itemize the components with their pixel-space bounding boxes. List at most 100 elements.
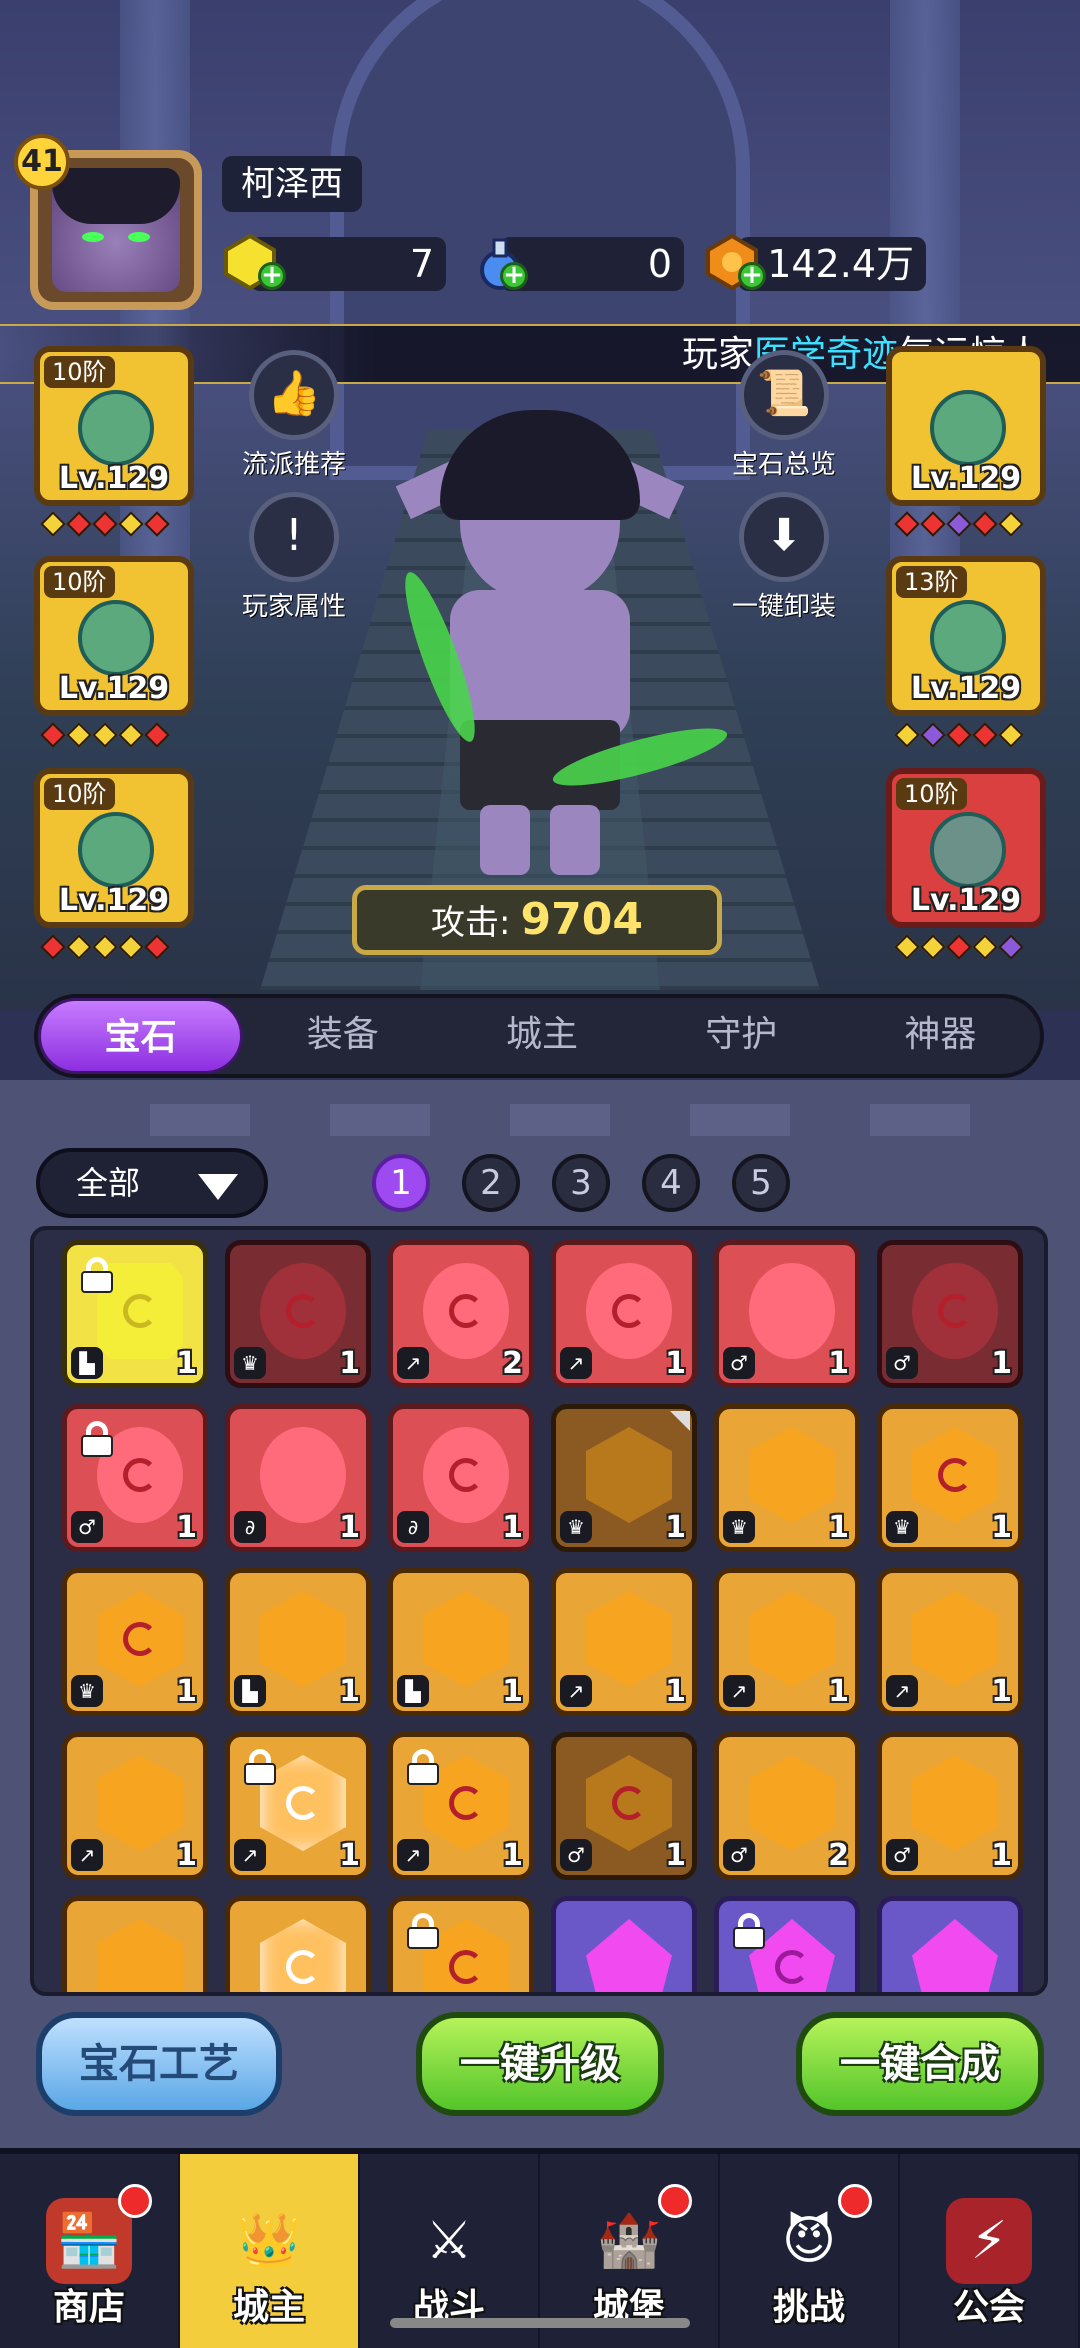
home-indicator[interactable]: [390, 2318, 690, 2328]
add-gold-button[interactable]: +: [738, 262, 766, 290]
gem-cell[interactable]: ♂ 2: [714, 1732, 860, 1880]
gem-cell[interactable]: ↗ 1: [551, 1240, 697, 1388]
equip-slot-boots[interactable]: 10阶 Lv.129: [34, 768, 194, 928]
page-3-button[interactable]: 3: [552, 1154, 610, 1212]
gem-cell[interactable]: [388, 1896, 534, 1992]
dropdown-arrow-icon: [198, 1174, 238, 1200]
lock-icon: [81, 1421, 113, 1457]
page-5-button[interactable]: 5: [732, 1154, 790, 1212]
gem-cell[interactable]: ∂ 1: [388, 1404, 534, 1552]
staff-slot-icon: ↗: [723, 1675, 755, 1707]
gem-cell[interactable]: ♛ 1: [225, 1240, 371, 1388]
nav-guild[interactable]: ⚡ 公会: [900, 2154, 1080, 2348]
ring-icon: [930, 600, 1006, 676]
ring-slot-icon: ♂: [723, 1839, 755, 1871]
add-potions-button[interactable]: +: [500, 262, 528, 290]
gem-overview-button[interactable]: 📜 宝石总览: [704, 350, 864, 481]
gem-cell[interactable]: ♂ 1: [877, 1240, 1023, 1388]
equip-weapon-gem-dots: [894, 511, 1024, 537]
equip-slot-necklace[interactable]: 10阶 Lv.129: [886, 768, 1046, 928]
equip-slot-hat[interactable]: 10阶 Lv.129: [34, 346, 194, 506]
scroll-icon: 📜: [739, 350, 829, 440]
lock-icon: [244, 1749, 276, 1785]
gem-cell[interactable]: ∂ 1: [225, 1404, 371, 1552]
staff-slot-icon: ↗: [560, 1675, 592, 1707]
player-level-badge: 41: [14, 134, 70, 190]
gem-cell[interactable]: ▙ 1: [62, 1240, 208, 1388]
unequip-all-button[interactable]: ⬇ 一键卸装: [704, 492, 864, 623]
add-gems-button[interactable]: +: [258, 262, 286, 290]
hero-character: [390, 410, 732, 880]
crossed-swords-icon: ⚔: [425, 2211, 473, 2271]
nav-shop[interactable]: 🏪 商店: [0, 2154, 180, 2348]
robe-icon: [78, 600, 154, 676]
gem-cell[interactable]: ♛ 1: [714, 1404, 860, 1552]
tab-artifact[interactable]: 神器: [841, 998, 1040, 1074]
equip-ring-gem-dots: [894, 722, 1024, 748]
equip-slot-weapon[interactable]: Lv.129: [886, 346, 1046, 506]
crown-slot-icon: ♛: [723, 1511, 755, 1543]
castle-icon: 🏰: [596, 2211, 662, 2271]
gem-cell[interactable]: ♂ 1: [551, 1732, 697, 1880]
staff-icon: [930, 390, 1006, 466]
notification-badge: [658, 2184, 692, 2218]
gem-cell[interactable]: [225, 1896, 371, 1992]
gem-cell[interactable]: ↗ 1: [877, 1568, 1023, 1716]
equip-slot-ring[interactable]: 13阶 Lv.129: [886, 556, 1046, 716]
necklace-slot-icon: ∂: [397, 1511, 429, 1543]
gem-inventory-grid: ▙ 1 ♛ 1 ↗ 2 ↗ 1 ♂ 1 ♂ 1 ♂ 1 ∂ 1 ∂ 1 ♛ 1 ♛ 1 ♛ 1 ♛ 1 ▙…: [30, 1226, 1048, 1996]
crown-icon: 👑: [236, 2211, 302, 2271]
gem-cell[interactable]: ♂ 1: [714, 1240, 860, 1388]
gem-cell[interactable]: ♂ 1: [62, 1404, 208, 1552]
gem-cell[interactable]: ♛ 1: [62, 1568, 208, 1716]
page-1-button[interactable]: 1: [372, 1154, 430, 1212]
notification-badge: [838, 2184, 872, 2218]
gem-cell[interactable]: ↗ 1: [551, 1568, 697, 1716]
gem-cell[interactable]: ▙ 1: [388, 1568, 534, 1716]
gem-cell[interactable]: ↗ 1: [388, 1732, 534, 1880]
demon-icon: 😈: [781, 2211, 837, 2271]
tab-equipment[interactable]: 装备: [243, 998, 442, 1074]
necklace-icon: [930, 812, 1006, 888]
filter-dropdown[interactable]: 全部: [36, 1148, 268, 1218]
gem-cell[interactable]: ↗ 1: [62, 1732, 208, 1880]
gem-cell[interactable]: [714, 1896, 860, 1992]
gem-cell[interactable]: ↗ 1: [714, 1568, 860, 1716]
gem-cell[interactable]: [551, 1896, 697, 1992]
tab-lord[interactable]: 城主: [442, 998, 641, 1074]
category-tabs: 宝石 装备 城主 守护 神器: [34, 994, 1044, 1078]
player-attributes-button[interactable]: ! 玩家属性: [214, 492, 374, 623]
lock-icon: [407, 1913, 439, 1949]
download-icon: ⬇: [739, 492, 829, 582]
gem-craft-button[interactable]: 宝石工艺: [36, 2012, 282, 2116]
gem-cell[interactable]: ↗ 1: [225, 1732, 371, 1880]
page-2-button[interactable]: 2: [462, 1154, 520, 1212]
equip-armor-gem-dots: [40, 722, 170, 748]
gem-cell[interactable]: ♛ 1: [877, 1404, 1023, 1552]
gold-counter: 142.4万: [738, 237, 926, 291]
ring-slot-icon: ♂: [560, 1839, 592, 1871]
boot-slot-icon: ▙: [71, 1347, 103, 1379]
tab-guardian[interactable]: 守护: [642, 998, 841, 1074]
crown-slot-icon: ♛: [234, 1347, 266, 1379]
staff-slot-icon: ↗: [397, 1839, 429, 1871]
upgrade-all-button[interactable]: 一键升级: [416, 2012, 664, 2116]
gem-cell[interactable]: [877, 1896, 1023, 1992]
boot-slot-icon: ▙: [397, 1675, 429, 1707]
gem-cell[interactable]: ♂ 1: [877, 1732, 1023, 1880]
gem-cell[interactable]: ↗ 2: [388, 1240, 534, 1388]
page-4-button[interactable]: 4: [642, 1154, 700, 1212]
build-recommend-button[interactable]: 👍 流派推荐: [214, 350, 374, 481]
gem-cell[interactable]: ▙ 1: [225, 1568, 371, 1716]
ring-slot-icon: ♂: [723, 1347, 755, 1379]
ring-slot-icon: ♂: [886, 1347, 918, 1379]
equip-slot-armor[interactable]: 10阶 Lv.129: [34, 556, 194, 716]
combine-all-button[interactable]: 一键合成: [796, 2012, 1044, 2116]
nav-challenge[interactable]: 😈 挑战: [720, 2154, 900, 2348]
lock-icon: [81, 1257, 113, 1293]
tab-gems[interactable]: 宝石: [38, 998, 244, 1074]
ring-slot-icon: ♂: [886, 1839, 918, 1871]
gem-cell[interactable]: ♛ 1: [551, 1404, 697, 1552]
nav-lord[interactable]: 👑 城主: [180, 2154, 360, 2348]
gem-cell[interactable]: [62, 1896, 208, 1992]
